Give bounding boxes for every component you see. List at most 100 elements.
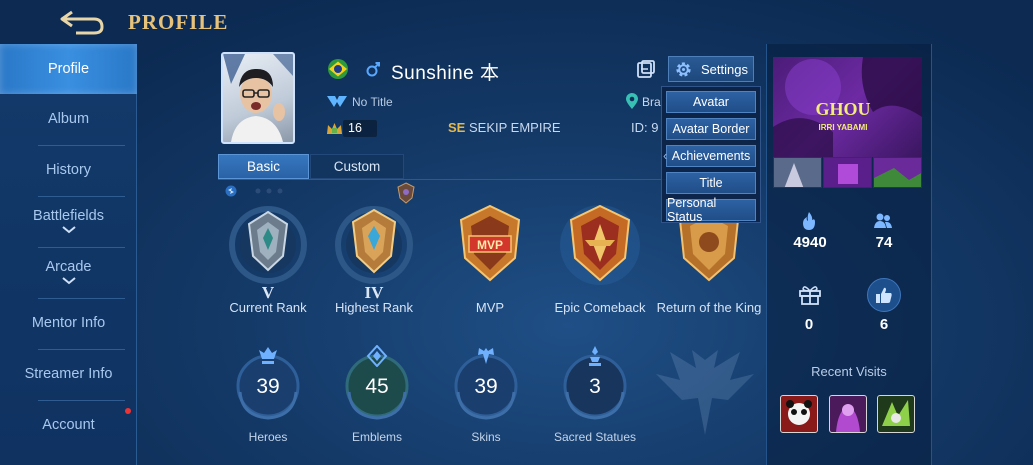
sidebar: Profile Album History Battlefields Arcad…	[0, 44, 137, 465]
gifts-value: 0	[804, 316, 814, 333]
menu-item-label: Title	[699, 176, 723, 190]
showcase-artwork-icon: GHOU IRRI YABAMI	[773, 57, 922, 157]
sidebar-item-streamer-info[interactable]: Streamer Info	[0, 349, 137, 399]
tab-basic[interactable]: Basic	[218, 154, 309, 179]
visitor-avatar[interactable]	[829, 395, 867, 433]
back-arrow-icon[interactable]	[58, 8, 106, 36]
sidebar-item-battlefields[interactable]: Battlefields	[0, 196, 137, 246]
stat-label: Skins	[471, 430, 501, 444]
menu-item-personal-status[interactable]: Personal Status	[666, 196, 756, 224]
sacred-statues-count: 3	[589, 375, 601, 398]
location-text: Bra	[642, 95, 661, 109]
sidebar-item-label: Profile	[47, 61, 90, 77]
tab-label: Custom	[333, 159, 381, 174]
chevron-left-icon: ‹	[663, 148, 668, 163]
chevron-down-icon	[61, 277, 76, 285]
epic-comeback-medal-icon[interactable]	[555, 200, 645, 290]
swap-icon[interactable]	[225, 185, 237, 197]
title-badge-icon	[327, 96, 347, 107]
squad-name[interactable]: SEKIP EMPIRE	[469, 120, 561, 135]
menu-item-label: Achievements	[671, 149, 751, 163]
settings-label: Settings	[701, 61, 748, 77]
like-button[interactable]	[867, 278, 901, 312]
chevron-down-icon	[61, 226, 76, 234]
menu-item-title[interactable]: Title	[666, 172, 756, 194]
banner-subtitle: IRRI YABAMI	[819, 123, 868, 132]
level-crown-icon	[327, 123, 342, 134]
sidebar-item-album[interactable]: Album	[0, 94, 137, 144]
likes-value: 6	[879, 316, 889, 333]
emblems-icon	[366, 345, 388, 367]
friends-value: 74	[875, 234, 893, 251]
tab-custom[interactable]: Custom	[310, 154, 404, 179]
squad-tag: SE	[448, 120, 466, 135]
thumbs-up-icon	[876, 287, 892, 303]
menu-item-label: Avatar Border	[672, 122, 750, 136]
sidebar-item-label: Album	[47, 111, 90, 127]
medal-label: Epic Comeback	[554, 300, 646, 315]
sidebar-item-arcade[interactable]: Arcade	[0, 247, 137, 297]
avatar[interactable]	[221, 52, 295, 144]
sidebar-item-label: Arcade	[45, 259, 92, 275]
pager-dots	[255, 188, 283, 194]
sidebar-item-label: Streamer Info	[24, 366, 113, 382]
sacred-statue-icon	[589, 346, 601, 366]
medal-label: Return of the King	[656, 300, 762, 315]
menu-item-avatar[interactable]: Avatar	[666, 91, 756, 113]
heroes-count: 39	[256, 375, 280, 398]
avatar-portrait-icon	[223, 54, 293, 142]
menu-item-label: Personal Status	[667, 196, 717, 224]
male-gender-icon	[366, 62, 380, 77]
showcase-banner[interactable]: GHOU IRRI YABAMI	[773, 57, 922, 157]
medal-label: Current Rank	[229, 300, 307, 315]
eagle-emblem-icon	[656, 350, 754, 435]
page-title: PROFILE	[128, 10, 229, 34]
player-id: ID: 9	[631, 120, 659, 135]
heroes-icon	[259, 347, 277, 364]
sidebar-item-account[interactable]: Account	[0, 400, 137, 450]
banner-title: GHOU	[815, 99, 870, 119]
sidebar-item-label: Battlefields	[33, 208, 104, 224]
sidebar-item-mentor-info[interactable]: Mentor Info	[0, 298, 137, 348]
sidebar-item-label: Account	[42, 417, 95, 433]
copy-icon[interactable]	[636, 60, 656, 79]
menu-item-label: Avatar	[693, 95, 729, 109]
sidebar-item-label: Mentor Info	[31, 315, 106, 331]
skins-count: 39	[474, 375, 498, 398]
gear-icon	[676, 61, 691, 77]
showcase-thumbnail[interactable]	[873, 157, 922, 188]
popularity-value: 4940	[793, 234, 827, 251]
mvp-badge-text: MVP	[477, 238, 503, 252]
stat-label: Heroes	[248, 430, 288, 444]
sidebar-item-history[interactable]: History	[0, 145, 137, 195]
tab-label: Basic	[246, 159, 280, 174]
visitor-avatar[interactable]	[877, 395, 915, 433]
popularity-flame-icon	[803, 212, 815, 230]
stat-label: Emblems	[351, 430, 402, 444]
current-rank-medal-icon[interactable]	[223, 200, 313, 290]
player-name: Sunshine 本	[391, 63, 500, 84]
menu-item-avatar-border[interactable]: Avatar Border	[666, 118, 756, 140]
friends-icon	[874, 213, 892, 228]
showcase-thumbnail[interactable]	[773, 157, 822, 188]
location-pin-icon	[626, 93, 638, 109]
settings-button[interactable]: Settings	[668, 56, 754, 82]
medal-label: Highest Rank	[334, 300, 414, 315]
medal-label: MVP	[475, 300, 505, 315]
gift-icon[interactable]	[798, 283, 822, 305]
highest-rank-medal-icon[interactable]	[329, 200, 419, 290]
notification-dot	[125, 408, 131, 414]
recent-visits-title: Recent Visits	[811, 364, 887, 379]
mvp-medal-icon[interactable]: MVP	[445, 200, 535, 290]
skins-icon	[478, 348, 494, 364]
sidebar-item-label: History	[45, 162, 92, 178]
brazil-flag-icon	[328, 59, 348, 79]
menu-item-achievements[interactable]: Achievements	[666, 145, 756, 167]
showcase-thumbnail[interactable]	[823, 157, 872, 188]
sidebar-item-profile[interactable]: Profile	[0, 44, 137, 94]
visitor-avatar[interactable]	[780, 395, 818, 433]
player-title: No Title	[352, 95, 393, 109]
player-level: 16	[348, 121, 362, 135]
stat-label: Sacred Statues	[553, 430, 637, 444]
emblems-count: 45	[365, 375, 389, 398]
